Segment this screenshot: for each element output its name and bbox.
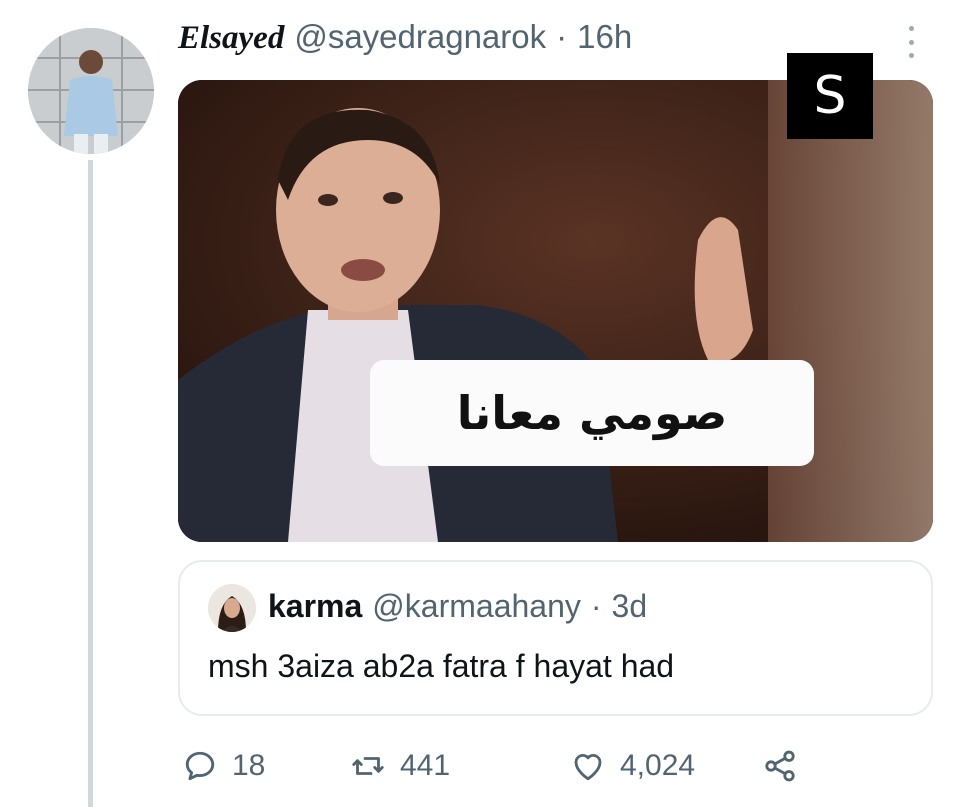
quoted-timestamp[interactable]: 3d: [612, 588, 648, 625]
quoted-separator: ·: [590, 588, 602, 624]
quoted-display-name[interactable]: karma: [268, 588, 362, 625]
like-count: 4,024: [620, 749, 696, 782]
author-avatar[interactable]: [28, 28, 154, 154]
author-avatar-image: [28, 28, 154, 154]
retweet-count: 441: [400, 749, 451, 782]
quoted-avatar-image: [208, 584, 256, 632]
tweet-media[interactable]: صومي معانا: [178, 80, 933, 542]
like-button[interactable]: 4,024: [570, 742, 695, 790]
retweet-icon: [352, 757, 384, 775]
quoted-tweet-text: msh 3aiza ab2a fatra f hayat had: [208, 648, 675, 684]
reply-count: 18: [232, 749, 266, 782]
thread-line: [88, 160, 93, 807]
header-separator: ·: [556, 18, 568, 55]
reply-button[interactable]: 18: [182, 742, 265, 790]
quoted-tweet[interactable]: karma @karmaahany · 3d msh 3aiza ab2a fa…: [178, 560, 933, 716]
retweet-button[interactable]: 441: [350, 742, 450, 790]
tweet-actions: 18 441 4,024: [178, 742, 933, 790]
heart-icon: [574, 753, 602, 781]
quoted-tweet-header: karma @karmaahany · 3d: [268, 588, 647, 625]
tweet-timestamp[interactable]: 16h: [577, 18, 632, 56]
quoted-author-avatar[interactable]: [208, 584, 256, 632]
meme-caption: صومي معانا: [370, 360, 814, 466]
meme-image: [178, 80, 933, 542]
tweet[interactable]: Elsayed @sayedragnarok · 16h صومي معانا …: [0, 0, 960, 807]
share-icon: [765, 750, 795, 782]
more-vertical-icon[interactable]: [896, 22, 926, 62]
author-display-name[interactable]: Elsayed: [178, 20, 284, 57]
share-button[interactable]: [762, 742, 798, 790]
quoted-handle[interactable]: @karmaahany: [372, 588, 581, 625]
tweet-header: Elsayed @sayedragnarok · 16h: [178, 18, 632, 57]
brand-logo: S: [787, 53, 873, 139]
author-handle[interactable]: @sayedragnarok: [294, 18, 546, 56]
reply-icon: [185, 751, 215, 781]
